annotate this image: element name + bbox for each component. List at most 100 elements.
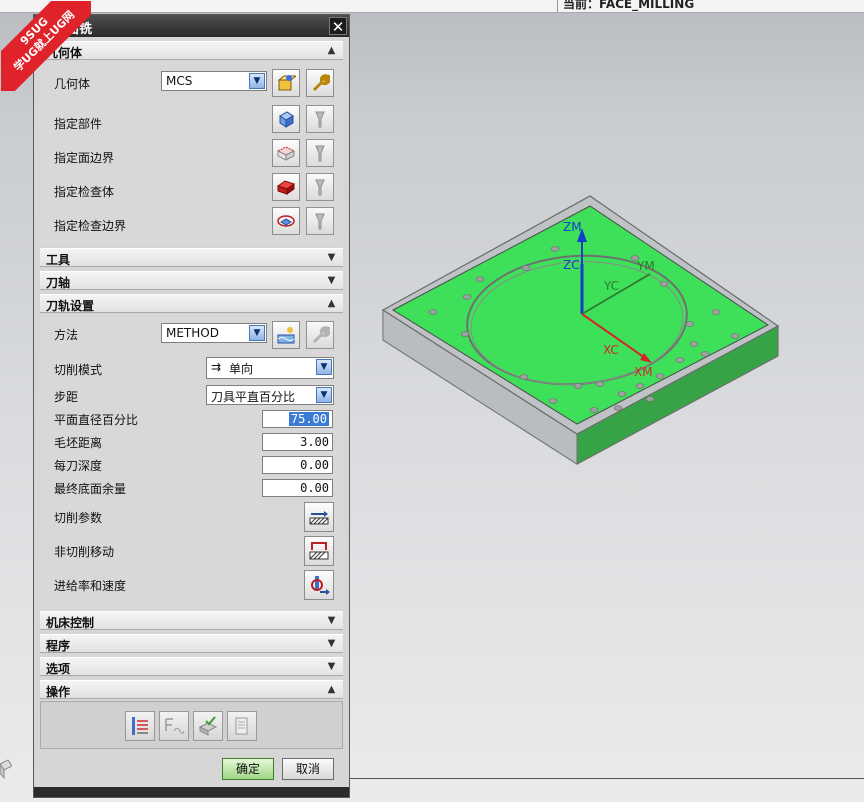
part-model: ZM ZC YM YC XC XM — [381, 195, 780, 465]
edit-geometry-button[interactable] — [306, 69, 334, 97]
display-check-body-button[interactable] — [306, 173, 334, 201]
view-triad-icon — [0, 756, 13, 782]
non-cut-move-icon — [309, 542, 329, 560]
axis-label-xc: XC — [603, 343, 619, 357]
flat-diameter-percent-input[interactable]: 75.00 — [262, 410, 333, 428]
axis-label-ym: YM — [636, 259, 655, 273]
section-body-path-settings: 方法 METHOD ▼ 切削模式 ⇉ 单向 ▼ 步距 刀具平直百分比 ▼ 平面直… — [40, 314, 343, 609]
list-toolpath-button[interactable] — [227, 711, 257, 741]
blank-distance-input[interactable]: 3.00 — [262, 433, 333, 451]
replay-toolpath-button[interactable] — [159, 711, 189, 741]
display-icon — [315, 179, 325, 196]
generate-icon — [132, 717, 148, 735]
section-label-path-settings: 刀轨设置 — [46, 299, 95, 313]
depth-per-cut-input[interactable]: 0.00 — [262, 456, 333, 474]
dialog-bottom-bar — [34, 787, 349, 797]
cut-pattern-label: 切削模式 — [54, 363, 103, 377]
new-geometry-button[interactable] — [272, 69, 300, 97]
tool-geometry-icon — [277, 75, 296, 91]
edit-method-button[interactable] — [306, 321, 334, 349]
final-floor-stock-input[interactable]: 0.00 — [262, 479, 333, 497]
final-floor-stock-label: 最终底面余量 — [54, 482, 127, 496]
check-boundary-icon — [277, 215, 295, 227]
ok-button[interactable]: 确定 — [222, 758, 274, 780]
method-select-value: METHOD — [166, 326, 219, 340]
cut-pattern-select-value: 单向 — [229, 362, 254, 376]
specify-face-boundary-button[interactable] — [272, 139, 300, 167]
status-bar: 当前：FACE_MILLING — [0, 0, 864, 13]
chevron-down-icon: ▼ — [327, 638, 336, 649]
chevron-down-icon: ▼ — [316, 359, 332, 375]
section-header-actions[interactable]: 操作 ▲ — [40, 680, 343, 699]
display-face-boundary-button[interactable] — [306, 139, 334, 167]
current-operation-text: 当前：FACE_MILLING — [563, 0, 695, 11]
section-label-options: 选项 — [46, 662, 71, 676]
non-cutting-moves-button[interactable] — [304, 536, 334, 566]
chevron-down-icon: ▼ — [249, 73, 265, 89]
geometry-select[interactable]: MCS ▼ — [161, 71, 267, 91]
wrench-icon — [312, 326, 330, 344]
geometry-select-value: MCS — [166, 74, 193, 88]
part-icon — [279, 111, 294, 128]
viewport-bottom-border — [350, 778, 864, 779]
section-label-tool-axis: 刀轴 — [46, 276, 71, 290]
cancel-button[interactable]: 取消 — [282, 758, 334, 780]
site-watermark: 9SUG 学UG就上UG网 — [1, 1, 91, 91]
chevron-down-icon: ▼ — [249, 325, 265, 341]
feeds-speeds-button[interactable] — [304, 570, 334, 600]
status-bar-separator — [557, 0, 558, 13]
face-boundary-icon — [276, 146, 296, 161]
section-header-machine-control[interactable]: 机床控制 ▼ — [40, 611, 343, 630]
axis-label-xm: XM — [634, 365, 653, 379]
method-icon — [277, 327, 295, 344]
specify-check-boundary-label: 指定检查边界 — [54, 219, 127, 233]
section-label-actions: 操作 — [46, 685, 71, 699]
generate-toolpath-button[interactable] — [125, 711, 155, 741]
list-icon — [235, 717, 248, 735]
chevron-up-icon: ▲ — [327, 684, 336, 695]
specify-part-label: 指定部件 — [54, 117, 103, 131]
display-icon — [315, 145, 325, 162]
chevron-down-icon: ▼ — [327, 252, 336, 263]
section-header-tool-axis[interactable]: 刀轴 ▼ — [40, 271, 343, 290]
non-cutting-moves-label: 非切削移动 — [54, 545, 115, 559]
method-select[interactable]: METHOD ▼ — [161, 323, 267, 343]
section-header-path-settings[interactable]: 刀轨设置 ▲ — [40, 294, 343, 313]
check-body-icon — [276, 180, 296, 195]
flat-diameter-percent-label: 平面直径百分比 — [54, 413, 139, 427]
cut-params-icon — [309, 511, 329, 525]
verify-icon — [198, 716, 218, 736]
flat-diameter-percent-value: 75.00 — [288, 412, 329, 426]
axis-label-zm: ZM — [563, 220, 582, 234]
new-method-button[interactable] — [272, 321, 300, 349]
chevron-down-icon: ▼ — [327, 275, 336, 286]
close-button[interactable]: ✕ — [329, 17, 347, 36]
stepover-label: 步距 — [54, 390, 79, 404]
replay-icon — [165, 718, 185, 734]
section-label-tool: 工具 — [46, 253, 71, 267]
stepover-select[interactable]: 刀具平直百分比 ▼ — [206, 385, 334, 405]
specify-part-button[interactable] — [272, 105, 300, 133]
actions-panel — [40, 701, 343, 749]
method-label: 方法 — [54, 328, 79, 342]
specify-check-body-button[interactable] — [272, 173, 300, 201]
section-label-program: 程序 — [46, 639, 71, 653]
specify-check-boundary-button[interactable] — [272, 207, 300, 235]
specify-check-body-label: 指定检查体 — [54, 185, 115, 199]
display-check-boundary-button[interactable] — [306, 207, 334, 235]
face-milling-dialog: 面铣 ✕ 几何体 ▲ 几何体 MCS ▼ 指定部件 指定面边界 指定检查体 指定… — [1, 1, 350, 798]
section-header-options[interactable]: 选项 ▼ — [40, 657, 343, 676]
section-label-machine-control: 机床控制 — [46, 616, 95, 630]
verify-toolpath-button[interactable] — [193, 711, 223, 741]
section-header-program[interactable]: 程序 ▼ — [40, 634, 343, 653]
display-part-button[interactable] — [306, 105, 334, 133]
one-way-pattern-icon: ⇉ — [211, 360, 222, 374]
display-icon — [315, 213, 325, 230]
graphics-viewport[interactable]: ZM ZC YM YC XC XM — [350, 14, 864, 778]
feeds-speeds-icon — [311, 576, 330, 595]
section-header-tool[interactable]: 工具 ▼ — [40, 248, 343, 267]
blank-distance-label: 毛坯距离 — [54, 436, 103, 450]
cut-pattern-select[interactable]: ⇉ 单向 ▼ — [206, 357, 334, 379]
axis-label-zc: ZC — [563, 258, 580, 272]
cutting-parameters-button[interactable] — [304, 502, 334, 532]
